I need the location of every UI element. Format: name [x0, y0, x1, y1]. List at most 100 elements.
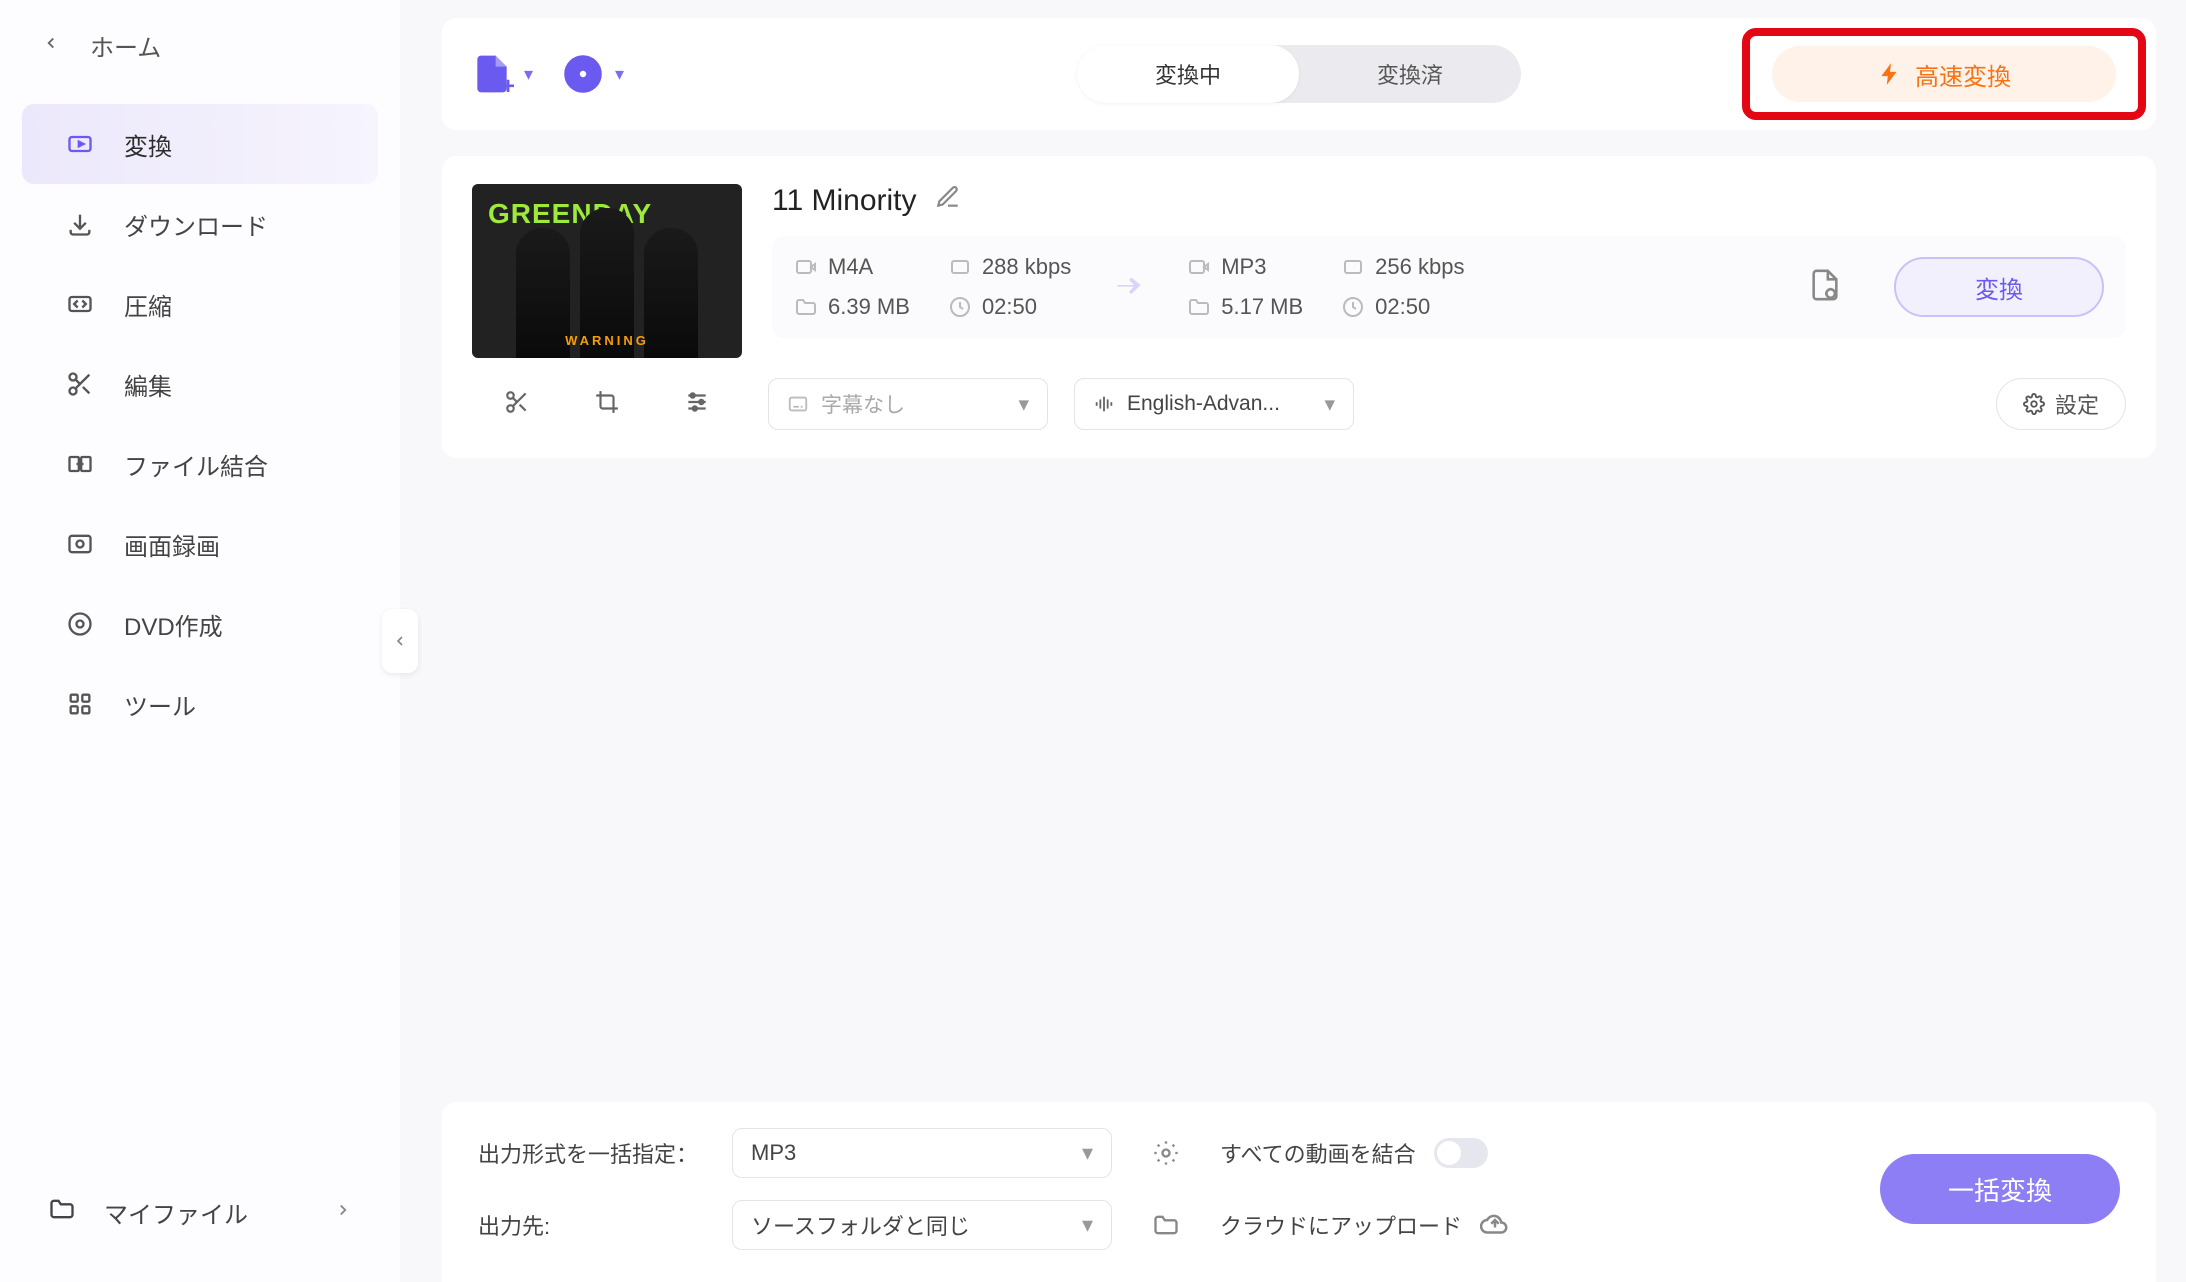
subtitle-select[interactable]: 字幕なし ▾ [768, 378, 1048, 430]
file-settings-button[interactable]: 設定 [1996, 378, 2126, 430]
output-dest-label: 出力先: [478, 1209, 708, 1241]
merge-label: すべての動画を結合 [1220, 1137, 1416, 1169]
file-settings-label: 設定 [2055, 388, 2099, 420]
clock-icon [1341, 295, 1365, 319]
tab-converting[interactable]: 変換中 [1077, 45, 1299, 103]
tab-converted[interactable]: 変換済 [1299, 45, 1521, 103]
myfiles-label: マイファイル [104, 1195, 248, 1230]
home-label: ホーム [90, 28, 161, 63]
caret-down-icon: ▾ [1082, 1212, 1093, 1238]
effects-button[interactable] [684, 389, 710, 420]
cloud-icon [1480, 1210, 1510, 1240]
fast-convert-label: 高速変換 [1915, 57, 2011, 92]
audio-lang-select[interactable]: English-Advan... ▾ [1074, 378, 1354, 430]
add-disc-button[interactable]: ▾ [561, 52, 624, 96]
open-folder-button[interactable] [1136, 1211, 1196, 1239]
source-meta: M4A 288 kbps 6.39 MB 02:50 [794, 254, 1071, 320]
myfiles-link[interactable]: マイファイル [0, 1182, 400, 1242]
target-meta: MP3 256 kbps 5.17 MB 02:50 [1187, 254, 1464, 320]
folder-icon [1187, 295, 1211, 319]
convert-button[interactable]: 変換 [1894, 257, 2104, 317]
grid-icon [64, 688, 96, 720]
sidebar-item-record[interactable]: 画面録画 [22, 504, 378, 584]
video-icon [794, 255, 818, 279]
upload-label: クラウドにアップロード [1220, 1209, 1462, 1241]
sidebar-item-label: 画面録画 [124, 527, 220, 562]
caret-down-icon: ▾ [1018, 392, 1029, 417]
fast-convert-button[interactable]: 高速変換 [1772, 46, 2116, 102]
thumb-sub-text: WARNING [565, 333, 649, 348]
sidebar-item-merge[interactable]: ファイル結合 [22, 424, 378, 504]
chevron-left-icon [392, 633, 408, 649]
footer-bar: 出力形式を一括指定： MP3 ▾ すべての動画を結合 一括変換 出力先: ソース… [442, 1102, 2156, 1282]
convert-icon [64, 128, 96, 160]
folder-icon [1152, 1211, 1180, 1239]
sidebar-item-label: 編集 [124, 367, 172, 402]
thumb-actions [472, 389, 742, 420]
scissors-icon [64, 368, 96, 400]
folder-icon [48, 1195, 76, 1230]
file-thumbnail[interactable]: GREENDAY WARNING [472, 184, 742, 358]
fast-convert-highlight: 高速変換 [1742, 28, 2146, 120]
audio-lang-value: English-Advan... [1127, 392, 1280, 416]
conversion-info: M4A 288 kbps 6.39 MB 02:50 MP3 256 kbps … [772, 236, 2126, 338]
chevron-right-icon [334, 1198, 352, 1226]
video-icon [1187, 255, 1211, 279]
home-link[interactable]: ホーム [0, 10, 400, 80]
subtitle-icon [787, 393, 809, 415]
status-segmented: 変換中 変換済 [1077, 45, 1521, 103]
gear-icon [1152, 1139, 1180, 1167]
sidebar-item-label: ファイル結合 [124, 447, 268, 482]
caret-down-icon: ▾ [1324, 392, 1335, 417]
bitrate-icon [948, 255, 972, 279]
download-icon [64, 208, 96, 240]
merge-icon [64, 448, 96, 480]
chevron-left-icon [42, 31, 60, 59]
sidebar: ホーム 変換 ダウンロード 圧縮 [0, 0, 400, 1282]
svg-text:+: + [501, 73, 514, 96]
merge-toggle[interactable] [1434, 1138, 1488, 1168]
caret-down-icon: ▾ [524, 64, 533, 85]
folder-icon [794, 295, 818, 319]
trim-button[interactable] [504, 389, 530, 420]
sidebar-item-compress[interactable]: 圧縮 [22, 264, 378, 344]
sidebar-item-label: ダウンロード [124, 207, 268, 242]
sidebar-item-convert[interactable]: 変換 [22, 104, 378, 184]
add-disc-icon [561, 52, 605, 96]
sidebar-item-label: 変換 [124, 127, 172, 162]
bitrate-icon [1341, 255, 1365, 279]
clock-icon [948, 295, 972, 319]
file-title: 11 Minority [772, 184, 917, 218]
file-card: GREENDAY WARNING 11 Minority [442, 156, 2156, 458]
record-icon [64, 528, 96, 560]
gear-icon [2023, 393, 2045, 415]
bolt-icon [1877, 61, 1903, 87]
add-file-icon: + [470, 52, 514, 96]
batch-convert-button[interactable]: 一括変換 [1880, 1154, 2120, 1224]
sidebar-collapse-handle[interactable] [382, 609, 418, 673]
disc-icon [64, 608, 96, 640]
output-settings-button[interactable] [1808, 268, 1842, 307]
edit-title-button[interactable] [935, 184, 961, 218]
subtitle-value: 字幕なし [821, 389, 905, 419]
output-format-select[interactable]: MP3 ▾ [732, 1128, 1112, 1178]
caret-down-icon: ▾ [1082, 1140, 1093, 1166]
audio-wave-icon [1093, 393, 1115, 415]
sidebar-item-download[interactable]: ダウンロード [22, 184, 378, 264]
add-file-button[interactable]: + ▾ [470, 52, 533, 96]
sidebar-item-dvd[interactable]: DVD作成 [22, 584, 378, 664]
caret-down-icon: ▾ [615, 64, 624, 85]
sidebar-item-tools[interactable]: ツール [22, 664, 378, 744]
sidebar-item-label: DVD作成 [124, 607, 223, 642]
output-format-settings-button[interactable] [1136, 1139, 1196, 1167]
nav-list: 変換 ダウンロード 圧縮 編集 [0, 104, 400, 744]
cloud-upload-button[interactable] [1480, 1210, 1510, 1240]
output-format-label: 出力形式を一括指定： [478, 1137, 708, 1169]
sidebar-item-label: ツール [124, 687, 196, 722]
output-dest-select[interactable]: ソースフォルダと同じ ▾ [732, 1200, 1112, 1250]
sidebar-item-label: 圧縮 [124, 287, 172, 322]
arrow-right-icon [1109, 265, 1149, 310]
crop-button[interactable] [594, 389, 620, 420]
sidebar-item-edit[interactable]: 編集 [22, 344, 378, 424]
compress-icon [64, 288, 96, 320]
